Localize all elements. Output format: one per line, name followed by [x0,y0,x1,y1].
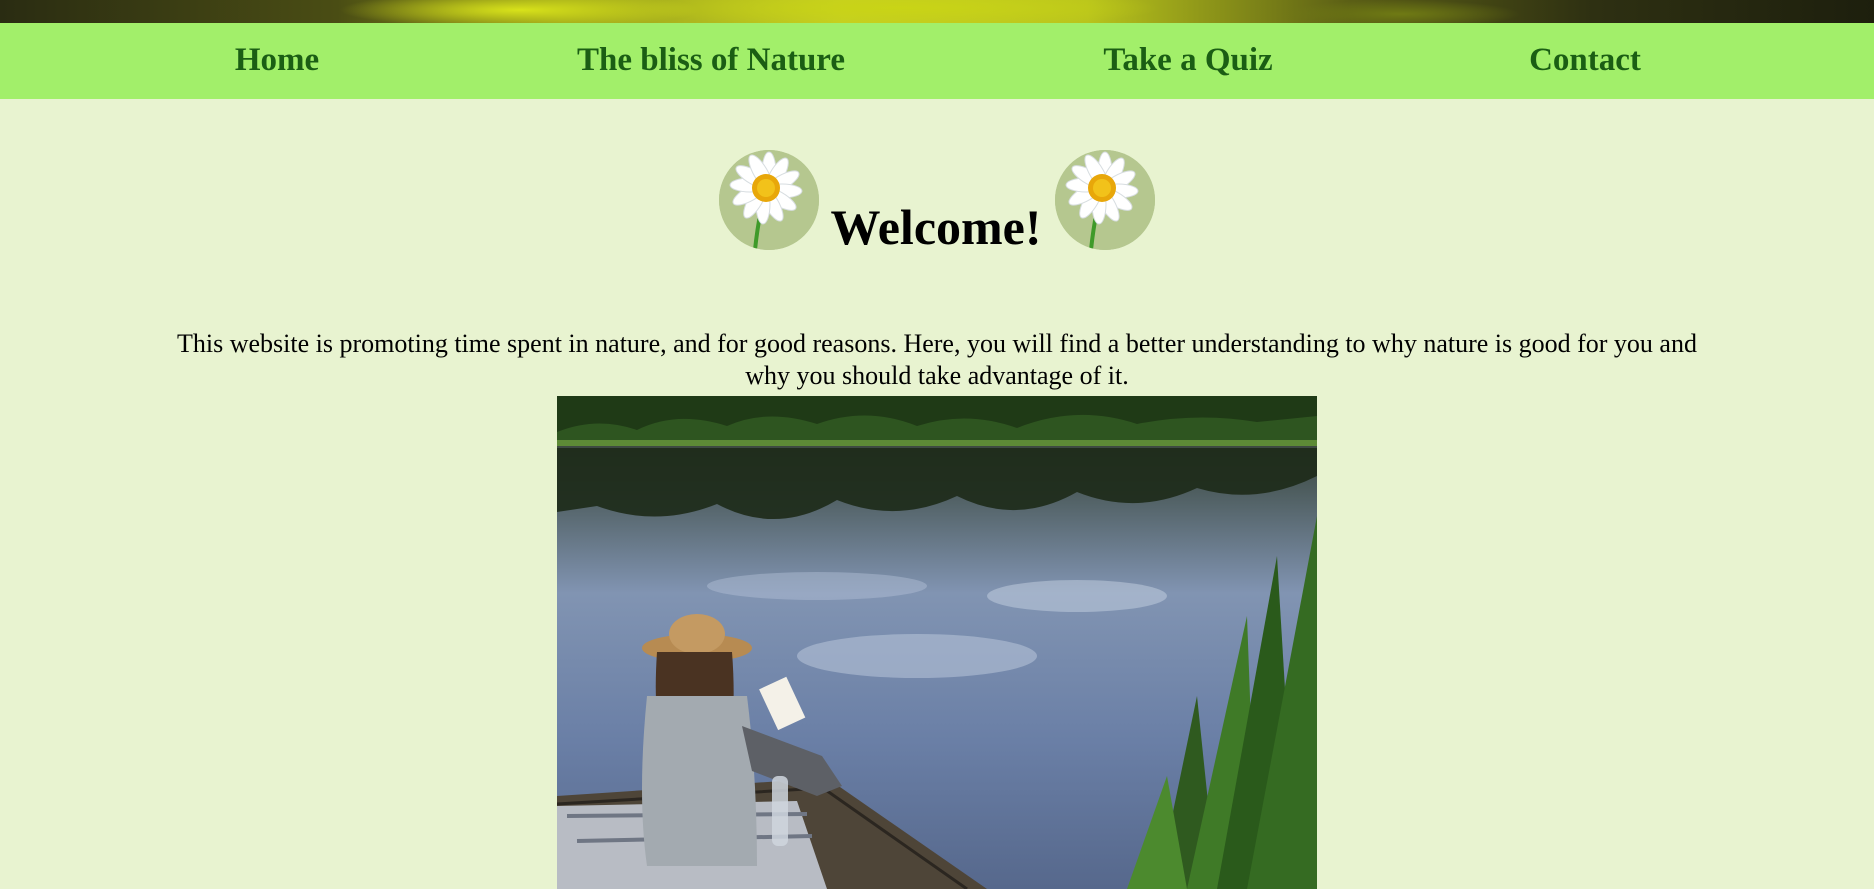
hero-image [557,396,1317,889]
nav-bliss-of-nature-link[interactable]: The bliss of Nature [577,23,845,99]
daisy-icon [1055,150,1155,250]
welcome-header: Welcome! [0,148,1874,263]
page-title: Welcome! [830,199,1042,255]
forest-banner-image [0,0,1874,23]
daisy-icon [719,150,819,250]
nav-take-a-quiz-link[interactable]: Take a Quiz [1103,23,1272,99]
intro-paragraph: This website is promoting time spent in … [177,329,1697,390]
nav-contact-link[interactable]: Contact [1529,23,1641,99]
nav-home-link[interactable]: Home [235,23,319,99]
main-navigation: Home The bliss of Nature Take a Quiz Con… [0,23,1874,99]
